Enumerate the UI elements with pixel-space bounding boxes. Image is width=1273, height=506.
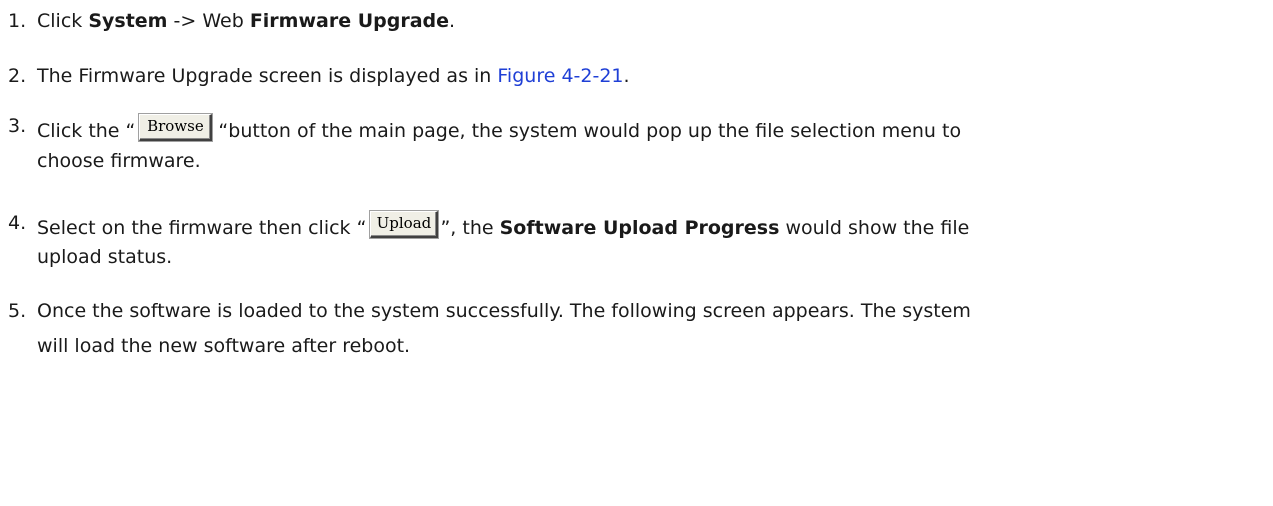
step-number: 2. [8, 65, 27, 87]
step-text-plain: . [449, 10, 456, 32]
step-text: Once the software is loaded to the syste… [37, 300, 971, 322]
step-text-plain: . [623, 65, 630, 87]
step-number: 5. [8, 300, 27, 322]
menu-system-label: System [88, 10, 168, 32]
step-text-plain: Click [37, 10, 89, 32]
step-3-continuation: choose firmware. [37, 150, 201, 172]
step-number: 1. [8, 10, 27, 32]
browse-button-image: Browse [139, 114, 213, 141]
step-text-plain: Select on the firmware then click “ [37, 217, 367, 239]
step-text: Select on the firmware then click “Uploa… [37, 211, 969, 240]
step-4-continuation: upload status. [37, 246, 173, 268]
step-text-plain: ”, the [440, 217, 500, 239]
step-text: The Firmware Upgrade screen is displayed… [37, 64, 630, 88]
step-text-plain: “button of the main page, the system wou… [212, 120, 962, 142]
step-text: Click System -> Web Firmware Upgrade. [37, 9, 455, 33]
step-number: 4. [8, 212, 27, 234]
menu-firmware-upgrade-label: Firmware Upgrade [249, 10, 450, 32]
step-number: 3. [8, 115, 27, 137]
step-text: Click the “Browse “button of the main pa… [37, 114, 961, 143]
step-text-plain: would show the file [779, 217, 970, 239]
step-5-continuation: will load the new software after reboot. [37, 335, 411, 357]
upload-button-image: Upload [370, 211, 439, 238]
step-text-plain: The Firmware Upgrade screen is displayed… [37, 65, 498, 87]
software-upload-progress-label: Software Upload Progress [499, 217, 780, 239]
step-text-plain: -> Web [167, 10, 250, 32]
step-text-plain: Click the “ [37, 120, 136, 142]
figure-link[interactable]: Figure 4-2-21 [497, 65, 623, 87]
